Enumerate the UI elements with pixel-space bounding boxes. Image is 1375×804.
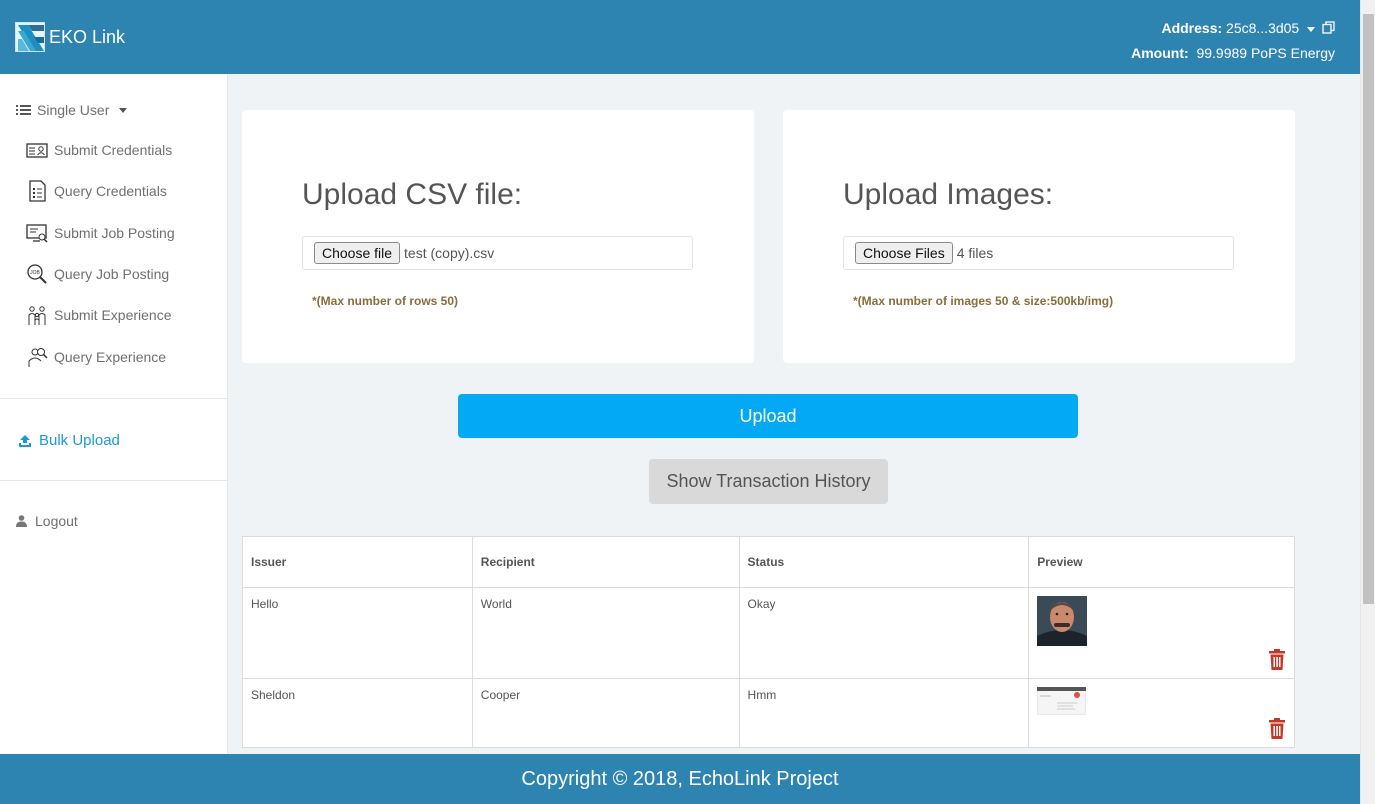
sidebar-item-query-job-posting[interactable]: JOB Query Job Posting (26, 263, 169, 285)
list-icon (16, 105, 31, 115)
preview-thumbnail-portrait[interactable] (1037, 596, 1088, 646)
csv-file-name: test (copy).csv (404, 245, 495, 261)
upload-icon (19, 434, 31, 447)
single-user-menu[interactable]: Single User (16, 102, 128, 118)
trash-icon[interactable] (1268, 718, 1286, 739)
recipient-cell: World (471, 587, 740, 679)
upload-button[interactable]: Upload (458, 394, 1078, 438)
sidebar-divider (0, 480, 227, 481)
column-header-recipient: Recipient (471, 536, 740, 588)
images-file-input[interactable]: Choose Files 4 files (843, 236, 1234, 270)
preview-cell (1028, 678, 1295, 748)
top-header: EKO Link Address: 25c8...3d05 Amount: 99… (0, 0, 1360, 74)
csv-upload-card: Upload CSV file: Choose file test (copy)… (242, 110, 754, 363)
sidebar-item-submit-credentials[interactable]: Submit Credentials (26, 139, 172, 161)
copy-icon[interactable] (1322, 21, 1335, 34)
brand-title: EKO Link (49, 26, 126, 47)
svg-text:JOB: JOB (30, 270, 40, 276)
person-search-icon (28, 348, 48, 367)
transaction-table: Issuer Recipient Status Preview Hello Wo… (242, 536, 1295, 748)
id-card-icon (26, 143, 48, 158)
address-label: Address: (1161, 20, 1223, 36)
preview-thumbnail-document[interactable] (1036, 686, 1087, 716)
sidebar-item-label: Submit Experience (54, 307, 172, 323)
monitor-icon (26, 224, 48, 243)
images-upload-card: Upload Images: Choose Files 4 files *(Ma… (783, 110, 1295, 363)
column-header-issuer: Issuer (242, 536, 473, 588)
document-list-icon (29, 180, 46, 202)
scrollbar-thumb[interactable] (1363, 14, 1374, 604)
sidebar: Single User Submit Credentials Query Cre… (0, 74, 228, 754)
table-header-row: Issuer Recipient Status Preview (242, 536, 1295, 588)
sidebar-item-label: Submit Credentials (54, 142, 173, 158)
sidebar-item-bulk-upload[interactable]: Bulk Upload (18, 432, 120, 449)
sidebar-item-label: Query Experience (54, 349, 167, 365)
logout-label: Logout (35, 513, 78, 529)
status-cell: Hmm (738, 678, 1030, 748)
column-header-preview: Preview (1028, 536, 1295, 588)
page-scrollbar[interactable] (1360, 0, 1375, 804)
choose-files-button[interactable]: Choose Files (855, 242, 953, 264)
account-info: Address: 25c8...3d05 Amount: 99.9989 PoP… (1131, 16, 1335, 66)
images-card-title: Upload Images: (843, 178, 1054, 211)
recipient-cell: Cooper (471, 678, 740, 748)
table-row: Hello World Okay (242, 587, 1295, 679)
csv-file-input[interactable]: Choose file test (copy).csv (302, 236, 693, 270)
images-note: *(Max number of images 50 & size:500kb/i… (853, 294, 1114, 308)
sidebar-item-query-credentials[interactable]: Query Credentials (26, 180, 167, 202)
address-dropdown-caret[interactable] (1307, 26, 1316, 32)
sidebar-divider (0, 398, 227, 399)
csv-note: *(Max number of rows 50) (312, 294, 459, 308)
user-icon (16, 515, 27, 527)
amount-value: 99.9989 PoPS Energy (1196, 45, 1335, 61)
issuer-cell: Hello (242, 587, 473, 679)
show-transaction-history-button[interactable]: Show Transaction History (649, 459, 888, 504)
csv-card-title: Upload CSV file: (302, 178, 523, 211)
sidebar-item-submit-job-posting[interactable]: Submit Job Posting (26, 222, 175, 244)
sidebar-item-label: Submit Job Posting (54, 225, 175, 241)
logo-icon (15, 22, 45, 52)
preview-cell (1028, 587, 1295, 679)
bulk-upload-label: Bulk Upload (39, 432, 120, 449)
logout-link[interactable]: Logout (16, 513, 78, 529)
images-file-name: 4 files (956, 245, 994, 261)
column-header-status: Status (738, 536, 1030, 588)
single-user-label: Single User (37, 102, 110, 118)
amount-label: Amount: (1131, 45, 1189, 61)
job-search-icon: JOB (27, 264, 47, 284)
trash-icon[interactable] (1268, 649, 1286, 670)
sidebar-item-label: Query Job Posting (54, 266, 170, 282)
brand[interactable]: EKO Link (15, 22, 125, 52)
people-icon (28, 306, 46, 325)
sidebar-item-query-experience[interactable]: Query Experience (26, 346, 166, 368)
choose-file-button[interactable]: Choose file (314, 242, 401, 264)
sidebar-item-label: Query Credentials (54, 183, 167, 199)
sidebar-item-submit-experience[interactable]: Submit Experience (26, 304, 172, 326)
chevron-down-icon (119, 107, 128, 113)
issuer-cell: Sheldon (242, 678, 473, 748)
amount-line: Amount: 99.9989 PoPS Energy (1131, 41, 1335, 66)
status-cell: Okay (738, 587, 1030, 679)
address-value: 25c8...3d05 (1226, 20, 1300, 36)
footer: Copyright © 2018, EchoLink Project (0, 754, 1360, 804)
address-line: Address: 25c8...3d05 (1131, 16, 1335, 41)
table-row: Sheldon Cooper Hmm (242, 678, 1295, 748)
